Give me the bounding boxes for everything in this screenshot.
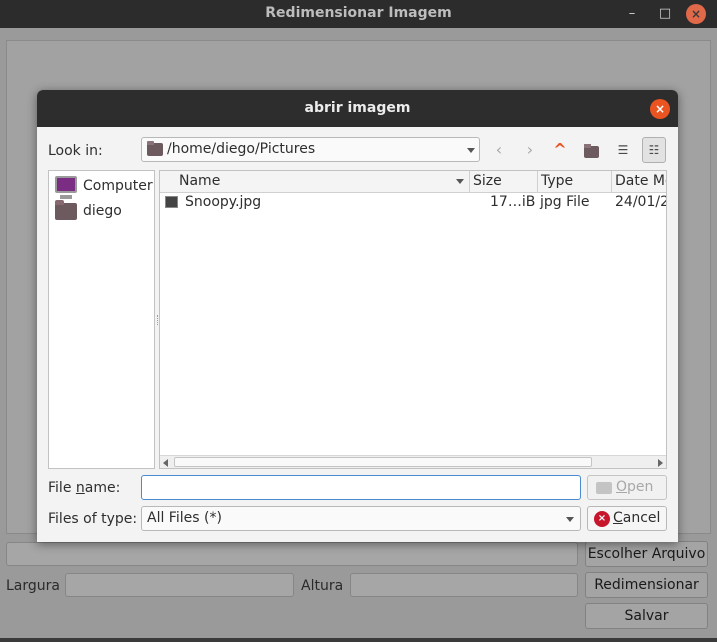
file-path-field[interactable]	[6, 542, 578, 566]
main-window-titlebar: Redimensionar Imagem – □ ×	[0, 0, 717, 28]
height-label: Altura	[301, 578, 344, 594]
horizontal-scrollbar[interactable]	[160, 455, 666, 468]
scroll-left-icon[interactable]	[163, 459, 168, 467]
file-type-cell: jpg File	[540, 194, 590, 210]
height-input[interactable]	[350, 573, 578, 597]
resize-button[interactable]: Redimensionar	[585, 572, 708, 598]
computer-icon	[55, 176, 77, 199]
main-window-title: Redimensionar Imagem	[265, 5, 452, 21]
open-button-label: Open	[616, 479, 654, 495]
file-size-cell: 17…iB	[490, 194, 536, 210]
open-button[interactable]: Open	[587, 475, 667, 500]
chevron-down-icon	[566, 517, 574, 522]
open-folder-icon	[596, 482, 612, 494]
file-name-input[interactable]	[141, 475, 581, 500]
files-of-type-label: Files of type:	[48, 511, 138, 527]
sort-chevron-icon	[456, 179, 464, 184]
width-label: Largura	[6, 578, 60, 594]
open-image-dialog: abrir imagem × Look in: /home/diego/Pict…	[37, 90, 678, 542]
file-date-cell: 24/01/2	[615, 194, 667, 210]
column-header-date[interactable]: Date Mo	[612, 171, 666, 193]
sidebar-item-label: Computer	[83, 178, 153, 194]
files-of-type-value: All Files (*)	[147, 510, 222, 526]
sidebar-item-label: diego	[83, 203, 122, 219]
scrollbar-thumb[interactable]	[174, 457, 592, 467]
table-row[interactable]: Snoopy.jpg 17…iB jpg File 24/01/2	[160, 193, 667, 213]
look-in-label: Look in:	[48, 143, 103, 159]
cancel-button[interactable]: × Cancel	[587, 506, 667, 531]
detail-view-icon[interactable]: ☷	[642, 137, 666, 163]
image-file-icon	[165, 196, 178, 208]
new-folder-icon[interactable]	[579, 139, 603, 163]
sidebar-item-diego[interactable]: diego	[53, 200, 153, 224]
list-view-icon[interactable]: ☰	[611, 139, 635, 163]
file-name-cell: Snoopy.jpg	[185, 194, 262, 210]
chevron-down-icon	[467, 148, 475, 153]
folder-icon	[147, 141, 163, 156]
parent-directory-icon[interactable]: ^	[548, 139, 572, 163]
scroll-right-icon[interactable]	[658, 459, 663, 467]
taskbar-strip	[0, 638, 717, 642]
column-header-type[interactable]: Type	[538, 171, 612, 193]
file-list: Name Size Type Date Mo Snoopy.jpg 17…iB …	[159, 170, 667, 469]
current-path: /home/diego/Pictures	[167, 141, 316, 157]
files-of-type-combo[interactable]: All Files (*)	[141, 506, 581, 531]
file-name-label: File name:	[48, 480, 121, 496]
home-folder-icon	[55, 200, 77, 220]
look-in-combo[interactable]: /home/diego/Pictures	[141, 137, 480, 162]
cancel-icon: ×	[594, 511, 610, 527]
dialog-close-icon[interactable]: ×	[650, 99, 670, 119]
dialog-header: abrir imagem ×	[37, 90, 678, 127]
dialog-title: abrir imagem	[304, 100, 411, 116]
minimize-icon[interactable]: –	[622, 4, 642, 24]
width-input[interactable]	[65, 573, 294, 597]
forward-icon[interactable]: ›	[518, 139, 542, 163]
cancel-button-label: Cancel	[613, 510, 661, 526]
choose-file-button[interactable]: Escolher Arquivo	[585, 541, 708, 567]
column-header-name[interactable]: Name	[160, 171, 470, 193]
save-button[interactable]: Salvar	[585, 603, 708, 629]
column-header-size[interactable]: Size	[470, 171, 538, 193]
back-icon[interactable]: ‹	[487, 139, 511, 163]
places-sidebar: Computer diego	[48, 170, 155, 469]
sidebar-item-computer[interactable]: Computer	[53, 175, 153, 199]
close-window-icon[interactable]: ×	[686, 4, 706, 24]
maximize-icon[interactable]: □	[655, 4, 675, 24]
